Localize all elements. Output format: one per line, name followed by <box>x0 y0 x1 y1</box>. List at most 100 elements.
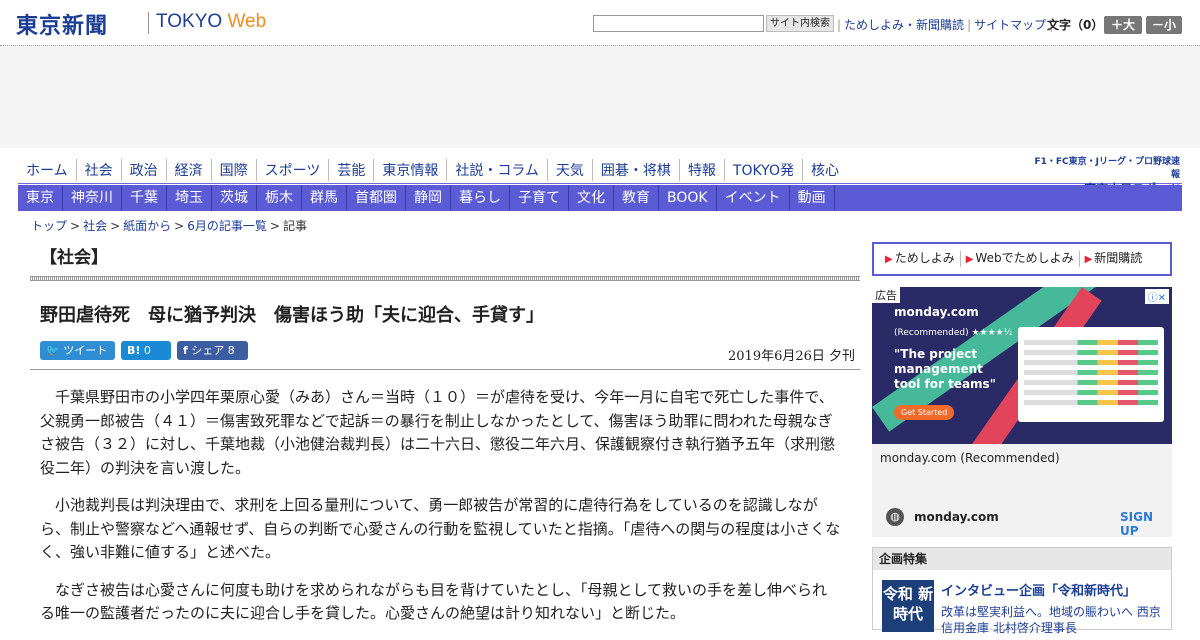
site-logo[interactable]: 東京新聞 <box>16 8 108 40</box>
logo-en-tokyo: TOKYO <box>156 11 223 32</box>
ad-rating: (Recommended) ★★★★½ <box>894 328 1013 338</box>
logo-en-web: Web <box>227 11 267 32</box>
ad-domain: monday.com <box>914 510 999 524</box>
facebook-icon: f <box>183 344 188 357</box>
subscription-tabs: ▶ ためしよみ ▶ Webでためしよみ ▶ 新聞購読 <box>872 242 1172 276</box>
article-body: 千葉県野田市の小学四年栗原心愛（みあ）さん＝当時（１０）＝が虐待を受け、今年一月… <box>40 386 842 640</box>
site-logo-en[interactable]: TOKYO Web <box>156 11 266 33</box>
primary-nav: ホーム 社会 政治 経済 国際 スポーツ 芸能 東京情報 社説・コラム 天気 囲碁・将棋 特報 TOKY… <box>18 158 863 184</box>
primary-nav-item-6[interactable]: 芸能 <box>329 159 375 181</box>
ad-choices-icon[interactable]: ⓘ✕ <box>1144 289 1169 304</box>
feature-heading: 企画特集 <box>873 548 1171 570</box>
tab-web-trial-label: Webでためしよみ <box>975 251 1074 265</box>
hatena-icon: B! <box>127 344 141 357</box>
ad-get-started-button[interactable]: Get Started <box>894 405 955 420</box>
secondary-nav-item-4[interactable]: 茨城 <box>212 185 257 211</box>
trial-subscribe-link[interactable]: ためしよみ・新聞購読 <box>844 18 964 32</box>
font-smaller-button[interactable]: －小 <box>1146 16 1182 34</box>
tab-trial[interactable]: ▶ ためしよみ <box>880 251 961 267</box>
sidebar-ad[interactable]: monday.com (Recommended) ★★★★½ "The proj… <box>872 287 1172 538</box>
ad-title[interactable]: monday.com (Recommended) <box>880 451 1060 465</box>
tab-subscribe[interactable]: ▶ 新聞購読 <box>1080 251 1148 267</box>
primary-nav-item-3[interactable]: 経済 <box>167 159 212 181</box>
primary-nav-item-4[interactable]: 国際 <box>212 159 257 181</box>
primary-nav-item-7[interactable]: 東京情報 <box>374 159 448 181</box>
breadcrumb-top[interactable]: トップ <box>31 219 67 233</box>
feature-thumbnail[interactable]: 令和 新時代 <box>882 580 934 632</box>
secondary-nav-item-3[interactable]: 埼玉 <box>167 185 212 211</box>
primary-nav-item-12[interactable]: TOKYO発 <box>725 159 803 181</box>
ad-signup-button[interactable]: SIGN UP <box>1120 510 1172 538</box>
primary-nav-item-0[interactable]: ホーム <box>18 159 77 181</box>
hatena-count: 0 <box>143 344 151 357</box>
top-ad-banner <box>0 46 1200 148</box>
secondary-nav-item-11[interactable]: 文化 <box>569 185 614 211</box>
globe-icon: ◍ <box>886 508 904 526</box>
feature-box: 企画特集 令和 新時代 インタビュー企画「令和新時代」 改革は堅実利益へ。地域の… <box>872 547 1172 635</box>
article-paragraph: なぎさ被告は心愛さんに何度も助けを求められながらも目を背けていたとし、「母親とし… <box>40 580 828 623</box>
primary-nav-item-11[interactable]: 特報 <box>680 159 725 181</box>
ad-image[interactable]: monday.com (Recommended) ★★★★½ "The proj… <box>872 287 1172 444</box>
breadcrumb-june-list[interactable]: 6月の記事一覧 <box>187 219 267 233</box>
search-input[interactable] <box>593 15 764 32</box>
facebook-share-button[interactable]: f シェア 8 <box>177 341 248 360</box>
feature-title[interactable]: インタビュー企画「令和新時代」 <box>941 580 1136 599</box>
secondary-nav-item-6[interactable]: 群馬 <box>302 185 347 211</box>
header-links: | ためしよみ・新聞購読 | サイトマップ | <box>837 18 1054 32</box>
secondary-nav-item-14[interactable]: イベント <box>717 185 790 211</box>
breadcrumb-print[interactable]: 紙面から <box>123 219 171 233</box>
article-paragraph: 小池裁判長は判決理由で、求刑を上回る量刑について、勇一郎被告が常習的に虐待行為を… <box>40 496 841 561</box>
secondary-nav: 東京 神奈川 千葉 埼玉 茨城 栃木 群馬 首都圏 静岡 暮らし 子育て 文化 教育 BOOK イベント 動画 <box>18 185 1182 211</box>
secondary-nav-item-5[interactable]: 栃木 <box>257 185 302 211</box>
date-divider <box>30 369 860 370</box>
ad-app-screenshot <box>1018 327 1164 422</box>
article-headline: 野田虐待死 母に猶予判決 傷害ほう助「夫に迎合、手貸す」 <box>40 305 544 326</box>
secondary-nav-item-10[interactable]: 子育て <box>510 185 569 211</box>
secondary-nav-item-2[interactable]: 千葉 <box>122 185 167 211</box>
tweet-label: ツイート <box>63 344 108 357</box>
secondary-nav-item-0[interactable]: 東京 <box>18 185 63 211</box>
ad-headline: "The project management tool for teams" <box>894 347 996 391</box>
primary-nav-item-13[interactable]: 核心 <box>803 159 847 181</box>
article-date: 2019年6月26日 夕刊 <box>728 349 856 364</box>
triangle-icon: ▶ <box>1084 254 1093 265</box>
primary-nav-item-8[interactable]: 社説・コラム <box>447 159 548 181</box>
triangle-icon: ▶ <box>885 254 893 265</box>
tweet-button[interactable]: 🐦 ツイート <box>40 341 115 360</box>
secondary-nav-item-15[interactable]: 動画 <box>790 185 835 211</box>
ad-brand: monday.com <box>894 305 979 319</box>
facebook-label: シェア <box>191 344 225 357</box>
breadcrumb: トップ > 社会 > 紙面から >6月の記事一覧 > 記事 <box>31 219 307 233</box>
section-title: 【社会】 <box>40 248 108 268</box>
primary-nav-item-5[interactable]: スポーツ <box>257 159 330 181</box>
secondary-nav-item-12[interactable]: 教育 <box>614 185 659 211</box>
secondary-nav-item-13[interactable]: BOOK <box>659 185 717 211</box>
breadcrumb-society[interactable]: 社会 <box>83 219 107 233</box>
site-header: 東京新聞 TOKYO Web サイト内検索 | ためしよみ・新聞購読 | サイトマップ… <box>0 0 1200 46</box>
font-larger-button[interactable]: ＋大 <box>1104 16 1142 34</box>
feature-description[interactable]: 改革は堅実利益へ。地域の賑わいへ 西京信用金庫 北村啓介理事長 <box>941 604 1167 636</box>
primary-nav-item-9[interactable]: 天気 <box>548 159 593 181</box>
sitemap-link[interactable]: サイトマップ <box>974 18 1046 32</box>
logo-divider <box>148 12 149 34</box>
primary-nav-item-10[interactable]: 囲碁・将棋 <box>593 159 680 181</box>
section-divider <box>30 276 860 281</box>
primary-nav-item-2[interactable]: 政治 <box>122 159 167 181</box>
secondary-nav-item-9[interactable]: 暮らし <box>451 185 510 211</box>
search-button[interactable]: サイト内検索 <box>766 15 834 32</box>
tab-subscribe-label: 新聞購読 <box>1094 251 1143 265</box>
font-size-label: 文字（0） <box>1047 18 1104 32</box>
chunichi-tagline: F1・FC東京・Jリーグ・プロ野球速報 <box>1034 157 1180 180</box>
article-paragraph: 千葉県野田市の小学四年栗原心愛（みあ）さん＝当時（１０）＝が虐待を受け、今年一月… <box>40 388 836 477</box>
breadcrumb-current: 記事 <box>282 219 307 233</box>
hatena-bookmark-button[interactable]: B! 0 <box>121 341 171 360</box>
ad-label: 広告 <box>872 287 900 303</box>
primary-nav-item-1[interactable]: 社会 <box>77 159 122 181</box>
secondary-nav-item-1[interactable]: 神奈川 <box>63 185 122 211</box>
triangle-icon: ▶ <box>965 254 974 265</box>
facebook-count: 8 <box>227 344 235 357</box>
secondary-nav-item-7[interactable]: 首都圏 <box>347 185 406 211</box>
tab-web-trial[interactable]: ▶ Webでためしよみ <box>961 251 1080 267</box>
tab-trial-label: ためしよみ <box>894 251 955 265</box>
secondary-nav-item-8[interactable]: 静岡 <box>406 185 451 211</box>
